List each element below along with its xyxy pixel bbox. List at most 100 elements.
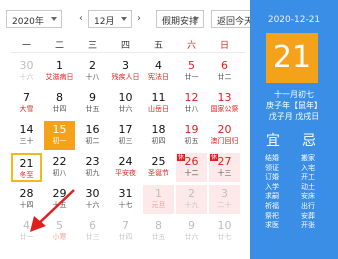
day-lunar-label: 初一 — [52, 137, 67, 145]
day-cell[interactable]: 31 十七 — [110, 185, 141, 214]
day-number: 16 — [85, 123, 100, 136]
year-select[interactable]: 2020年 — [6, 10, 62, 28]
next-month-button[interactable]: › — [134, 13, 144, 25]
month-select[interactable]: 12月 — [88, 10, 132, 28]
ji-item: 出行 — [301, 201, 315, 210]
day-lunar-label: 圣诞节 — [148, 169, 169, 177]
day-cell[interactable]: 9 廿六 — [176, 217, 207, 246]
day-lunar-label: 初四 — [151, 137, 166, 145]
day-cell[interactable]: 4 宪法日 — [143, 57, 174, 86]
day-cell[interactable]: 11 山岳日 — [143, 89, 174, 118]
day-cell[interactable]: 7 廿四 — [110, 217, 141, 246]
day-number: 10 — [217, 219, 232, 232]
ji-item: 安床 — [301, 192, 315, 201]
day-cell[interactable]: 20 澳门回归 — [209, 121, 240, 150]
yi-item: 求医 — [265, 221, 279, 230]
day-number: 20 — [217, 123, 232, 136]
day-cell[interactable]: 7 大雪 — [11, 89, 42, 118]
day-number: 1 — [155, 187, 162, 200]
ji-list: 搬家 入宅 开工 动土 安床 出行 安葬 开张 — [301, 154, 331, 231]
day-cell[interactable]: 1 元旦 — [143, 185, 174, 214]
day-cell[interactable]: 17 初三 — [110, 121, 141, 150]
day-lunar-label: 十六 — [19, 73, 34, 81]
weekday-label: 日 — [219, 41, 229, 51]
yi-item: 领证 — [265, 163, 279, 172]
day-number: 23 — [85, 155, 100, 168]
day-cell[interactable]: 3 残疾人日 — [110, 57, 141, 86]
day-cell[interactable]: 8 廿四 — [44, 89, 75, 118]
day-lunar-label: 廿四 — [52, 105, 67, 113]
day-lunar-label: 冬至 — [19, 171, 34, 179]
day-number: 3 — [122, 59, 129, 72]
prev-month-button[interactable]: ‹ — [76, 13, 86, 25]
yi-item: 入学 — [265, 182, 279, 191]
ji-item: 安葬 — [301, 211, 315, 220]
day-number: 26 — [184, 155, 199, 168]
weekday-label: 一 — [21, 41, 31, 51]
ji-heading: 忌 — [302, 133, 316, 149]
day-cell[interactable]: 18 初四 — [143, 121, 174, 150]
year-ganzhi: 庚子年【鼠年】 — [266, 101, 322, 110]
yi-item: 求嗣 — [265, 192, 279, 201]
day-lunar-label: 廿二 — [217, 73, 232, 81]
red-arrow-annotation — [30, 189, 75, 232]
day-cell[interactable]: 30 十六 — [11, 57, 42, 86]
day-cell[interactable]: 休 26 十二 — [176, 153, 207, 182]
day-number: 11 — [151, 91, 166, 104]
day-cell[interactable]: 13 国家公祭 — [209, 89, 240, 118]
day-number: 7 — [122, 219, 129, 232]
day-cell[interactable]: 9 廿五 — [77, 89, 108, 118]
day-number: 22 — [52, 155, 67, 168]
day-number: 8 — [155, 219, 162, 232]
day-cell[interactable]: 14 三十 — [11, 121, 42, 150]
day-number: 17 — [118, 123, 133, 136]
day-lunar-label: 廿六 — [118, 105, 133, 113]
back-to-today-button[interactable]: 返回今天 — [211, 10, 253, 28]
yi-list: 结婚 领证 订婚 入学 求嗣 祈福 祭祀 求医 — [265, 154, 295, 231]
day-number: 2 — [188, 187, 195, 200]
holiday-schedule-select[interactable]: 假期安排 — [156, 10, 204, 28]
day-lunar-label: 山岳日 — [148, 105, 169, 113]
day-cell[interactable]: 2 十八 — [77, 57, 108, 86]
day-cell[interactable]: 10 廿七 — [209, 217, 240, 246]
day-number: 30 — [19, 59, 34, 72]
day-cell[interactable]: 3 二十 — [209, 185, 240, 214]
yi-item: 订婚 — [265, 173, 279, 182]
weekday-header: 一二三四五六日 — [10, 38, 250, 51]
day-lunar-label: 十九 — [184, 201, 199, 209]
arrow-shaft — [35, 189, 75, 227]
day-cell[interactable]: 16 初二 — [77, 121, 108, 150]
day-number: 31 — [118, 187, 133, 200]
day-lunar-label: 初九 — [85, 169, 100, 177]
day-cell-today[interactable]: 15 初一 — [44, 121, 75, 150]
day-cell[interactable]: 2 十九 — [176, 185, 207, 214]
weekday-label: 六 — [186, 41, 196, 51]
day-cell[interactable]: 8 廿五 — [143, 217, 174, 246]
day-cell-selected[interactable]: 21 冬至 — [11, 153, 42, 182]
day-lunar-label: 宪法日 — [148, 73, 169, 81]
day-number: 8 — [56, 91, 63, 104]
day-number: 27 — [217, 155, 232, 168]
day-cell[interactable]: 休 27 十三 — [209, 153, 240, 182]
day-number: 14 — [19, 123, 34, 136]
day-ganzhi: 戊子月 戊戌日 — [268, 112, 320, 121]
day-lunar-label: 二十 — [217, 201, 232, 209]
day-cell[interactable]: 23 初九 — [77, 153, 108, 182]
day-cell[interactable]: 12 廿八 — [176, 89, 207, 118]
month-select-value: 12月 — [94, 17, 115, 27]
day-number: 5 — [188, 59, 195, 72]
day-cell[interactable]: 6 廿二 — [209, 57, 240, 86]
day-cell[interactable]: 19 初五 — [176, 121, 207, 150]
day-cell[interactable]: 10 廿六 — [110, 89, 141, 118]
day-lunar-label: 廿四 — [118, 233, 133, 241]
day-cell[interactable]: 5 廿一 — [176, 57, 207, 86]
day-number: 9 — [89, 91, 96, 104]
day-number: 25 — [151, 155, 166, 168]
day-cell[interactable]: 1 艾滋病日 — [44, 57, 75, 86]
day-cell[interactable]: 24 平安夜 — [110, 153, 141, 182]
day-cell[interactable]: 25 圣诞节 — [143, 153, 174, 182]
day-cell[interactable]: 22 初八 — [44, 153, 75, 182]
ji-item: 入宅 — [301, 163, 315, 172]
panel-lunar-info: 十一月初七 庚子年【鼠年】 戊子月 戊戌日 — [250, 89, 338, 122]
back-to-today-label: 返回今天 — [217, 17, 254, 27]
